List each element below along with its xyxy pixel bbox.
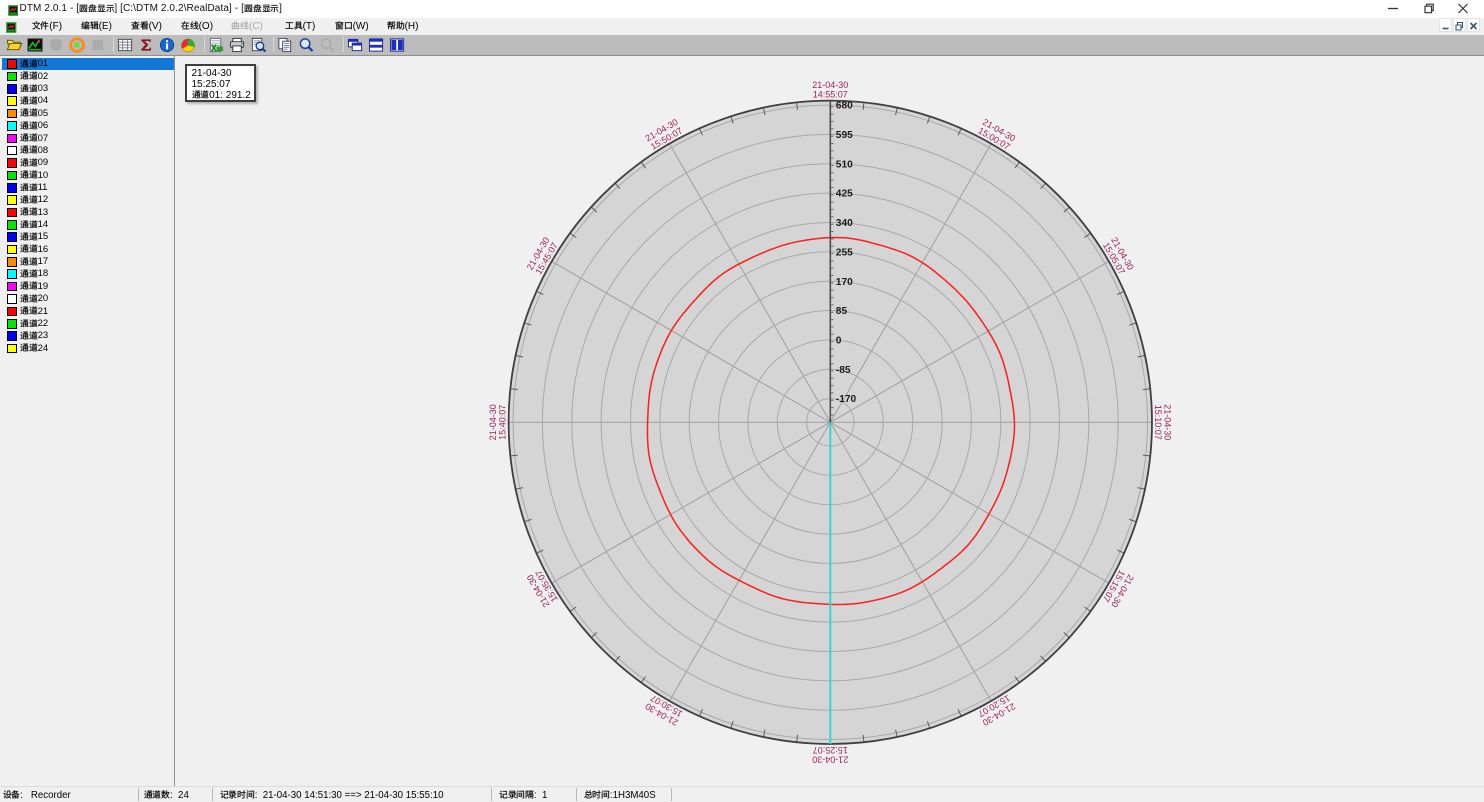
svg-text:425: 425: [836, 188, 853, 199]
svg-text:340: 340: [836, 218, 853, 229]
svg-text:15:40:07: 15:40:07: [498, 404, 508, 439]
svg-text:-85: -85: [836, 364, 851, 375]
svg-text:-170: -170: [836, 394, 857, 405]
svg-text:510: 510: [836, 159, 853, 170]
svg-text:15:25:07: 15:25:07: [813, 744, 848, 754]
svg-text:0: 0: [836, 335, 842, 346]
svg-text:255: 255: [836, 247, 853, 258]
svg-text:21-04-30: 21-04-30: [488, 404, 498, 440]
svg-text:21-04-30: 21-04-30: [812, 79, 848, 89]
svg-text:14:55:07: 14:55:07: [813, 89, 848, 99]
svg-text:595: 595: [836, 130, 853, 141]
svg-text:21-04-30: 21-04-30: [812, 754, 848, 764]
svg-text:21-04-30: 21-04-30: [1163, 404, 1173, 440]
svg-text:85: 85: [836, 306, 848, 317]
svg-text:15:10:07: 15:10:07: [1153, 404, 1163, 439]
svg-text:170: 170: [836, 276, 853, 287]
svg-text:680: 680: [836, 100, 853, 111]
